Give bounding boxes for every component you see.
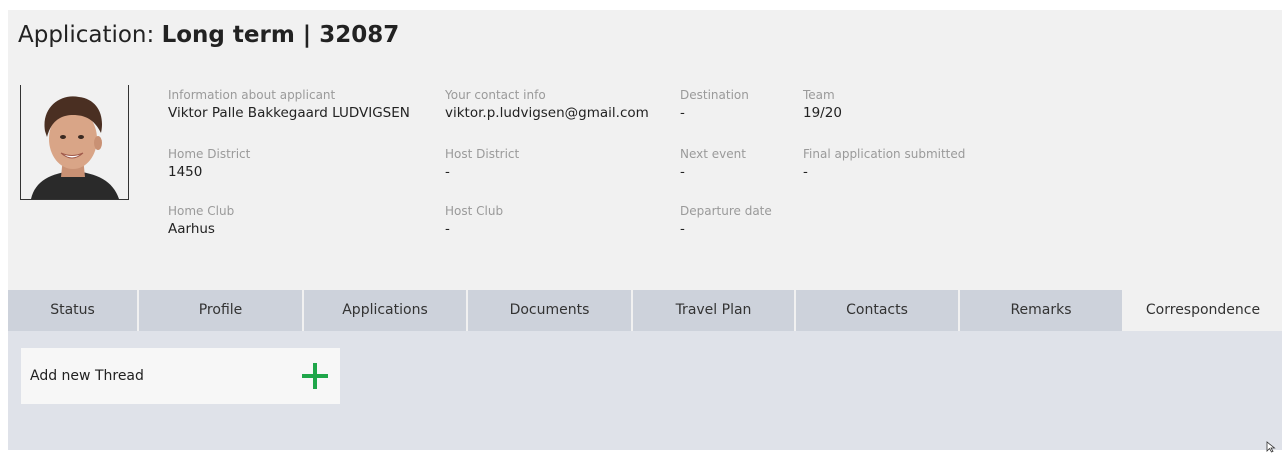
departure-date-label: Departure date: [680, 204, 772, 218]
tab-applications[interactable]: Applications: [304, 290, 468, 331]
next-event-value: -: [680, 164, 685, 180]
host-district-field: Host District -: [445, 146, 519, 181]
page-title: Application: Long term | 32087: [18, 20, 399, 50]
tab-bar: Status Profile Applications Documents Tr…: [8, 290, 1282, 331]
home-club-field: Home Club Aarhus: [168, 203, 234, 238]
contact-email-value: viktor.p.ludvigsen@gmail.com: [445, 105, 649, 121]
applicant-photo: [20, 85, 129, 200]
home-district-field: Home District 1450: [168, 146, 250, 181]
destination-field: Destination -: [680, 87, 749, 122]
page-title-main: Long term | 32087: [161, 22, 400, 48]
home-club-label: Home Club: [168, 204, 235, 218]
application-panel: Application: Long term | 32087 Informati…: [8, 10, 1282, 450]
host-club-label: Host Club: [445, 204, 504, 218]
add-thread-card[interactable]: Add new Thread: [21, 348, 340, 404]
plus-icon[interactable]: [302, 363, 328, 389]
departure-date-field: Departure date -: [680, 203, 772, 238]
mouse-cursor-icon: [1266, 441, 1276, 453]
destination-label: Destination: [680, 88, 749, 102]
tab-documents[interactable]: Documents: [468, 290, 633, 331]
next-event-field: Next event -: [680, 146, 746, 181]
tab-contacts[interactable]: Contacts: [796, 290, 960, 331]
applicant-info-field: Information about applicant Viktor Palle…: [168, 87, 410, 122]
team-value: 19/20: [803, 105, 842, 121]
final-application-label: Final application submitted: [803, 147, 966, 161]
host-club-value: -: [445, 221, 450, 237]
applicant-name-value: Viktor Palle Bakkegaard LUDVIGSEN: [168, 105, 410, 121]
next-event-label: Next event: [680, 147, 746, 161]
host-club-field: Host Club -: [445, 203, 503, 238]
home-district-value: 1450: [168, 164, 203, 180]
team-field: Team 19/20: [803, 87, 842, 122]
tab-profile[interactable]: Profile: [139, 290, 304, 331]
team-label: Team: [803, 88, 835, 102]
applicant-info-label: Information about applicant: [168, 88, 336, 102]
contact-info-field: Your contact info viktor.p.ludvigsen@gma…: [445, 87, 649, 122]
home-district-label: Home District: [168, 147, 251, 161]
final-application-value: -: [803, 164, 808, 180]
destination-value: -: [680, 105, 685, 121]
final-application-field: Final application submitted -: [803, 146, 965, 181]
tab-travel-plan[interactable]: Travel Plan: [633, 290, 796, 331]
departure-date-value: -: [680, 221, 685, 237]
page-title-prefix: Application:: [18, 22, 162, 48]
correspondence-content: Add new Thread: [8, 331, 1282, 450]
contact-info-label: Your contact info: [445, 88, 546, 102]
tab-status[interactable]: Status: [8, 290, 139, 331]
tab-remarks[interactable]: Remarks: [960, 290, 1124, 331]
home-club-value: Aarhus: [168, 221, 215, 237]
applicant-photo-icon: [21, 85, 128, 199]
host-district-label: Host District: [445, 147, 520, 161]
host-district-value: -: [445, 164, 450, 180]
add-thread-label: Add new Thread: [30, 368, 144, 384]
tab-correspondence[interactable]: Correspondence: [1124, 290, 1282, 331]
